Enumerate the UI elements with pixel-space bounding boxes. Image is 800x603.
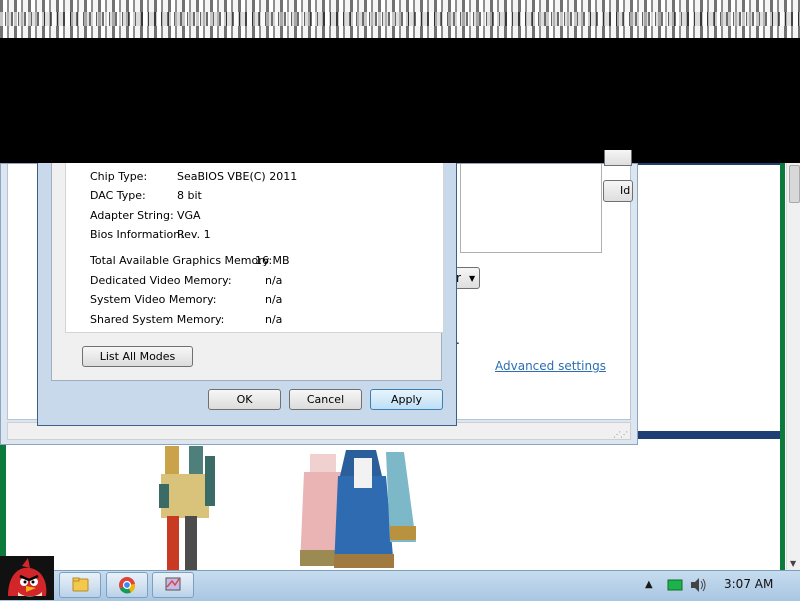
adapter-tab-panel: Chip Type: SeaBIOS VBE(C) 2011 DAC Type:… [51,163,444,381]
scroll-down-arrow-icon[interactable]: ▼ [790,559,796,568]
taskbar-display-settings-button[interactable] [152,572,194,598]
shared-system-memory-label: Shared System Memory: [90,313,225,326]
start-button[interactable] [0,556,54,600]
desktop-green-border-left [0,440,6,570]
monitor-preview-box [460,164,602,253]
page-vertical-scrollbar[interactable]: ▼ [786,163,800,570]
wallpaper-blue-bar [636,431,780,439]
wallpaper-figure-jester [159,446,215,570]
shared-system-memory-value: n/a [265,313,283,326]
adapter-string-value: VGA [177,209,201,222]
adapter-string-label: Adapter String: [90,209,174,222]
desktop-green-border-right [780,163,785,570]
scrollbar-thumb[interactable] [789,165,800,203]
taskbar-explorer-button[interactable] [59,572,101,598]
chip-type-label: Chip Type: [90,170,148,183]
taskbar-clock[interactable]: 3:07 AM [724,577,773,591]
dedicated-video-memory-value: n/a [265,274,283,287]
identify-button-label: Id [620,184,631,197]
detect-button-partial[interactable] [604,150,632,166]
dac-type-label: DAC Type: [90,189,146,202]
network-icon[interactable] [667,579,683,591]
bios-information-value: Rev. 1 [177,228,211,241]
system-video-memory-value: n/a [265,293,283,306]
total-graphics-memory-value: 16 MB [255,254,290,267]
cancel-button[interactable]: Cancel [289,389,362,410]
taskbar-chrome-button[interactable] [106,572,148,598]
volume-icon[interactable] [689,577,707,593]
chrome-icon [119,577,136,594]
screen-black-band [0,38,800,163]
system-video-memory-label: System Video Memory: [90,293,217,306]
adapter-information-group: Chip Type: SeaBIOS VBE(C) 2011 DAC Type:… [65,163,444,333]
wallpaper-figure-women [300,450,416,568]
show-hidden-icons-arrow-icon[interactable]: ▲ [645,579,653,590]
folder-icon [72,577,89,592]
dac-type-value: 8 bit [177,189,202,202]
total-graphics-memory-label: Total Available Graphics Memory: [90,254,273,267]
ok-button[interactable]: OK [208,389,281,410]
list-all-modes-button[interactable]: List All Modes [82,346,193,367]
dedicated-video-memory-label: Dedicated Video Memory: [90,274,232,287]
resize-grip-icon[interactable]: ⋰⋰ [613,430,628,439]
display-settings-icon [165,577,181,591]
advanced-settings-link[interactable]: Advanced settings [495,359,606,373]
apply-button[interactable]: Apply [370,389,443,410]
angry-birds-icon [0,556,54,600]
screen-glitch-strip-inner [0,12,800,26]
desktop-wallpaper-right [636,163,780,439]
chevron-down-icon: ▼ [469,274,476,283]
chip-type-value: SeaBIOS VBE(C) 2011 [177,170,298,183]
bios-information-label: Bios Information: [90,228,184,241]
adapter-properties-dialog: Chip Type: SeaBIOS VBE(C) 2011 DAC Type:… [37,163,457,426]
identify-button[interactable]: Id [603,180,633,202]
